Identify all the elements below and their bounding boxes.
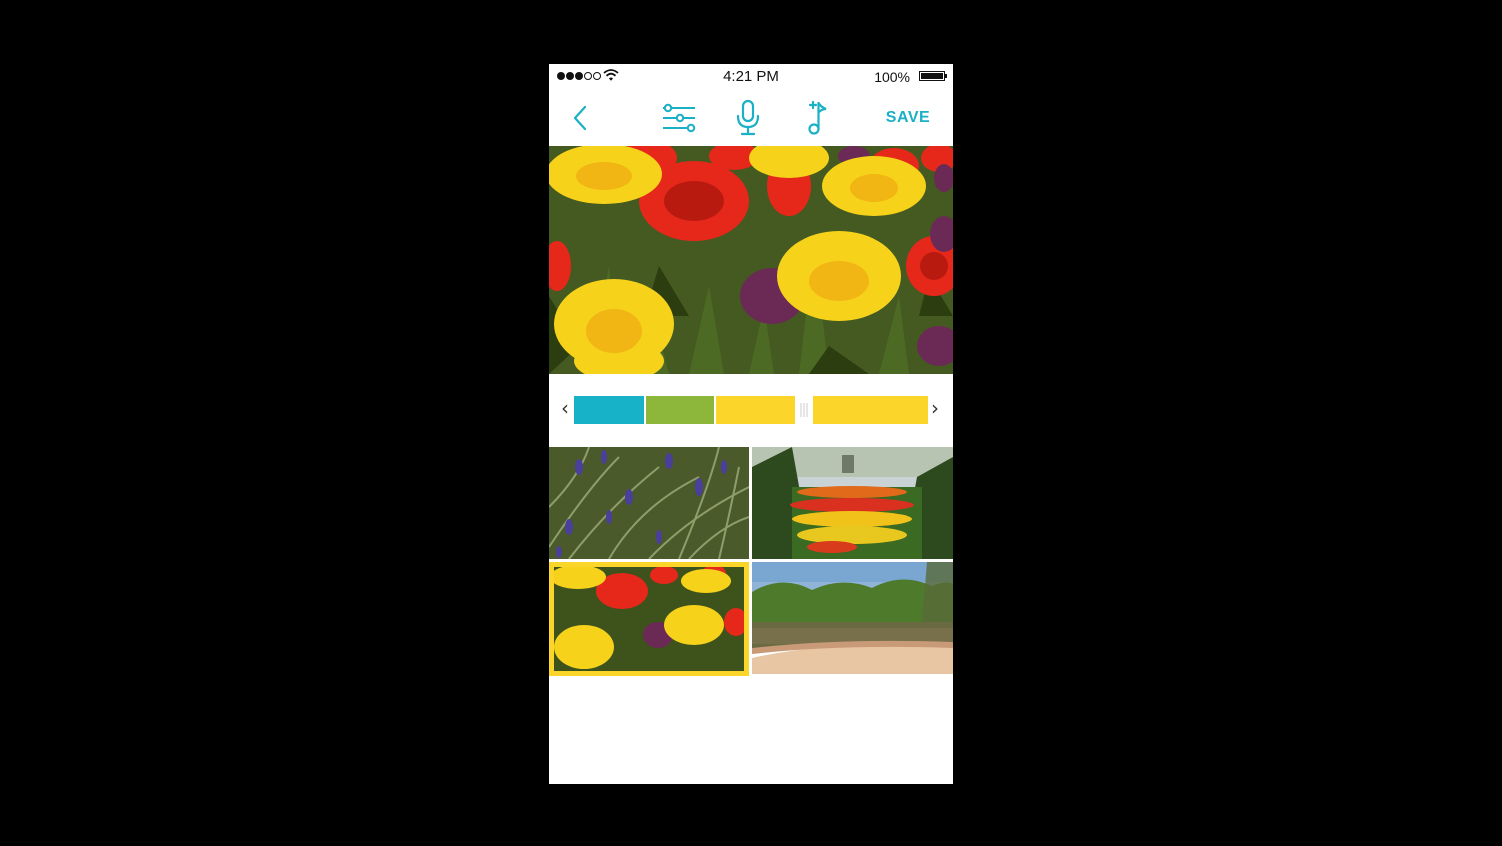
timeline-segment-1[interactable] (574, 396, 644, 424)
timeline-scroll-left-button[interactable]: ‹ (561, 396, 569, 420)
clip-thumbnail-grid (549, 446, 953, 676)
blue-flowers-thumbnail-image (549, 447, 749, 559)
editor-toolbar: SAVE (549, 90, 953, 146)
status-bar: 4:21 PM 100% (549, 64, 953, 90)
video-preview[interactable] (549, 146, 953, 374)
microphone-icon (736, 99, 760, 136)
tulips-thumbnail-image (554, 567, 744, 671)
back-button[interactable] (565, 95, 595, 141)
lake-thumbnail-image (752, 562, 953, 674)
clip-thumbnail-4[interactable] (752, 562, 953, 674)
timeline-scroll-right-button[interactable]: › (931, 396, 939, 420)
clip-thumbnail-2[interactable] (752, 447, 953, 559)
playhead-handle[interactable] (794, 395, 814, 447)
adjust-button[interactable] (657, 95, 701, 141)
clip-thumbnail-1[interactable] (549, 447, 749, 559)
clip-thumbnail-3-selected[interactable] (549, 562, 749, 676)
save-button[interactable]: SAVE (881, 95, 935, 141)
music-note-add-icon (808, 100, 827, 135)
timeline-segment-2[interactable] (646, 396, 714, 424)
timeline-track[interactable] (574, 395, 928, 447)
garden-thumbnail-image (752, 447, 953, 559)
phone-screen: 4:21 PM 100% SAVE ‹ › (549, 64, 953, 784)
microphone-button[interactable] (731, 95, 765, 141)
battery-percent: 100% (874, 69, 910, 85)
tulips-preview-image (549, 146, 953, 374)
timeline-segment-3[interactable] (716, 396, 928, 424)
battery-icon (919, 71, 947, 81)
add-music-button[interactable] (801, 95, 835, 141)
clip-timeline: ‹ › (549, 374, 953, 447)
chevron-left-icon (573, 105, 587, 131)
sliders-icon (663, 103, 696, 133)
